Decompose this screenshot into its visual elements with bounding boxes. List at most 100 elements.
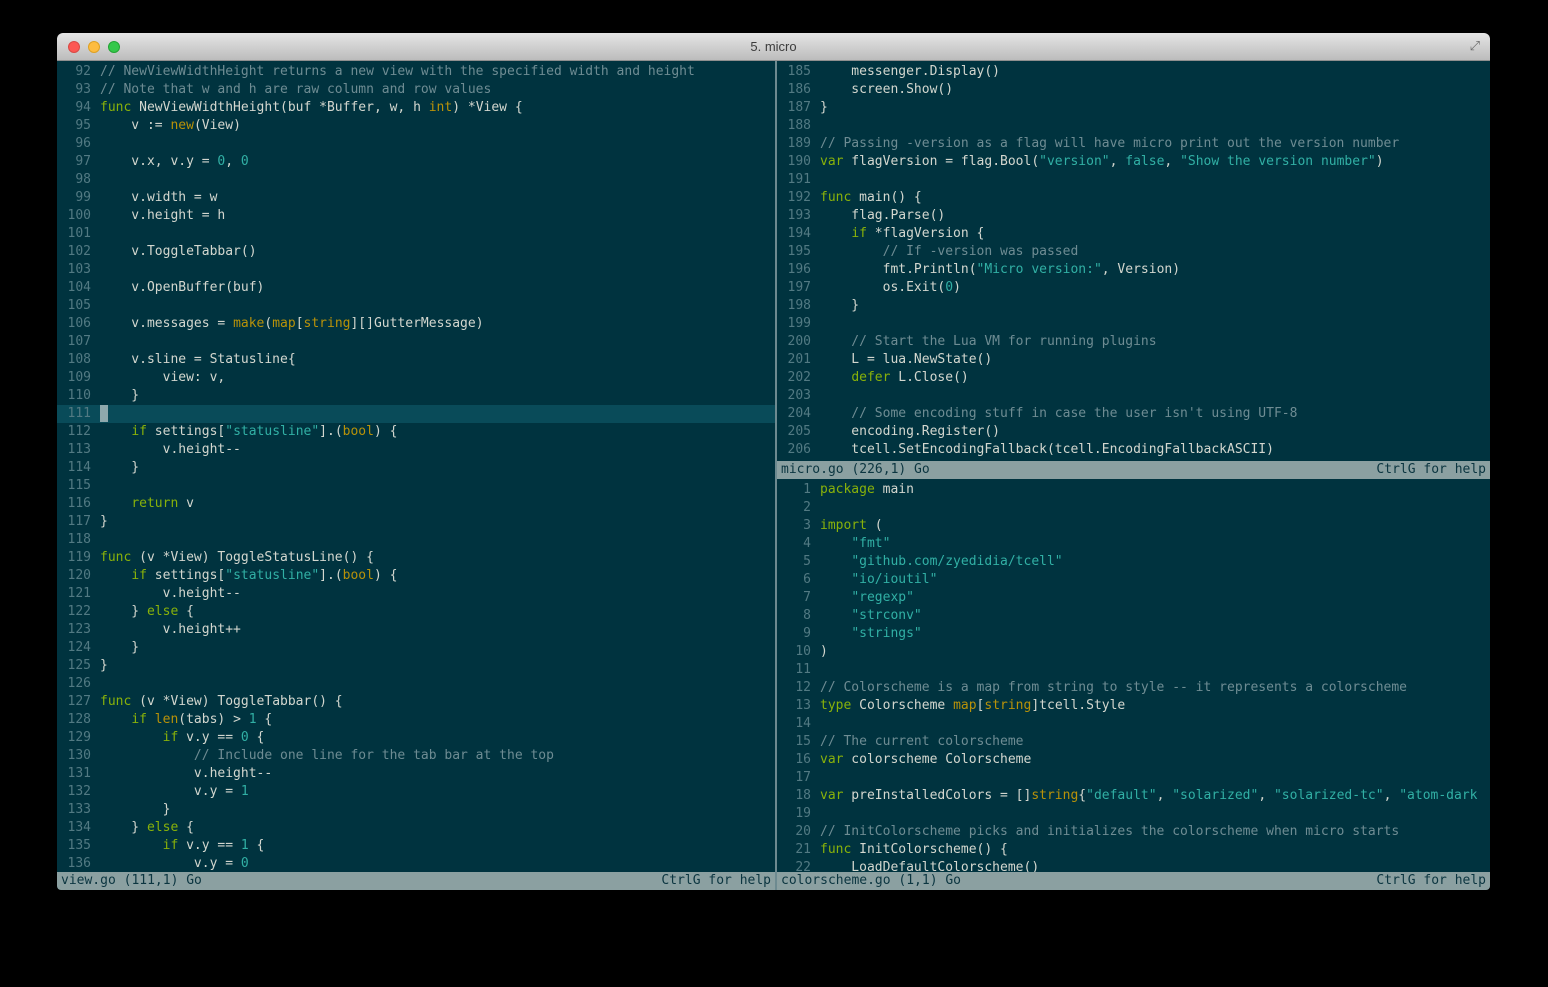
code-line[interactable]: 96: [57, 135, 775, 153]
code-line[interactable]: 105: [57, 297, 775, 315]
code-line[interactable]: 22 LoadDefaultColorscheme(): [777, 859, 1490, 872]
code-line[interactable]: 17: [777, 769, 1490, 787]
code-line[interactable]: 99 v.width = w: [57, 189, 775, 207]
code-line[interactable]: 206 tcell.SetEncodingFallback(tcell.Enco…: [777, 441, 1490, 459]
code-line[interactable]: 18 var preInstalledColors = []string{"def…: [777, 787, 1490, 805]
code-line[interactable]: 10): [777, 643, 1490, 661]
code-line[interactable]: 189 // Passing -version as a flag will ha…: [777, 135, 1490, 153]
code-line[interactable]: 21 func InitColorscheme() {: [777, 841, 1490, 859]
code-line[interactable]: 130 // Include one line for the tab bar …: [57, 747, 775, 765]
code-line[interactable]: 14: [777, 715, 1490, 733]
code-line[interactable]: 7 "regexp": [777, 589, 1490, 607]
code-line[interactable]: 11: [777, 661, 1490, 679]
code-line[interactable]: 136 v.y = 0: [57, 855, 775, 872]
code-line[interactable]: 126: [57, 675, 775, 693]
code-line[interactable]: 197 os.Exit(0): [777, 279, 1490, 297]
code-line[interactable]: 108 v.sline = Statusline{: [57, 351, 775, 369]
code-line[interactable]: 203: [777, 387, 1490, 405]
code-line[interactable]: 103: [57, 261, 775, 279]
code-line[interactable]: 12 // Colorscheme is a map from string to…: [777, 679, 1490, 697]
code-line[interactable]: 121 v.height--: [57, 585, 775, 603]
code-line[interactable]: 128 if len(tabs) > 1 {: [57, 711, 775, 729]
code-line[interactable]: 20 // InitColorscheme picks and initializ…: [777, 823, 1490, 841]
line-number: 106: [67, 316, 91, 331]
code-line[interactable]: 127 func (v *View) ToggleTabbar() {: [57, 693, 775, 711]
code-line[interactable]: 107: [57, 333, 775, 351]
code-line[interactable]: 110 }: [57, 387, 775, 405]
code-line[interactable]: 93 // Note that w and h are raw column an…: [57, 81, 775, 99]
code-line[interactable]: 19: [777, 805, 1490, 823]
code-line[interactable]: 188: [777, 117, 1490, 135]
code-line[interactable]: 101: [57, 225, 775, 243]
code-line[interactable]: 119 func (v *View) ToggleStatusLine() {: [57, 549, 775, 567]
code-line[interactable]: 102 v.ToggleTabbar(): [57, 243, 775, 261]
window-titlebar[interactable]: 5. micro ⤢: [57, 33, 1490, 61]
code-line[interactable]: 100 v.height = h: [57, 207, 775, 225]
code-token: 1: [248, 712, 257, 727]
code-line[interactable]: 187}: [777, 99, 1490, 117]
code-line[interactable]: 122 } else {: [57, 603, 775, 621]
code-line[interactable]: 199: [777, 315, 1490, 333]
code-line[interactable]: 112 if settings["statusline"].(bool) {: [57, 423, 775, 441]
code-line[interactable]: 106 v.messages = make(map[string][]Gutte…: [57, 315, 775, 333]
code-line[interactable]: 5 "github.com/zyedidia/tcell": [777, 553, 1490, 571]
code-line[interactable]: 116 return v: [57, 495, 775, 513]
code-line[interactable]: 8 "strconv": [777, 607, 1490, 625]
code-line[interactable]: 192 func main() {: [777, 189, 1490, 207]
code-line[interactable]: 123 v.height++: [57, 621, 775, 639]
code-line[interactable]: 186 screen.Show(): [777, 81, 1490, 99]
code-line[interactable]: 114 }: [57, 459, 775, 477]
code-line[interactable]: 15 // The current colorscheme: [777, 733, 1490, 751]
code-line[interactable]: 131 v.height--: [57, 765, 775, 783]
code-line[interactable]: 92 // NewViewWidthHeight returns a new vi…: [57, 63, 775, 81]
code-area-micro-go[interactable]: 185 messenger.Display() 186 screen.Show()…: [777, 61, 1490, 461]
code-line[interactable]: 13 type Colorscheme map[string]tcell.Styl…: [777, 697, 1490, 715]
code-line[interactable]: 198 }: [777, 297, 1490, 315]
fullscreen-icon[interactable]: ⤢: [1470, 38, 1480, 54]
code-line[interactable]: 133 }: [57, 801, 775, 819]
code-line[interactable]: 109 view: v,: [57, 369, 775, 387]
code-line[interactable]: 194 if *flagVersion {: [777, 225, 1490, 243]
code-line[interactable]: 117}: [57, 513, 775, 531]
code-line[interactable]: 200 // Start the Lua VM for running plug…: [777, 333, 1490, 351]
code-line[interactable]: 205 encoding.Register(): [777, 423, 1490, 441]
code-line[interactable]: 196 fmt.Println("Micro version:", Versio…: [777, 261, 1490, 279]
code-line[interactable]: 195 // If -version was passed: [777, 243, 1490, 261]
code-line[interactable]: 134 } else {: [57, 819, 775, 837]
code-line[interactable]: 125}: [57, 657, 775, 675]
code-line[interactable]: 120 if settings["statusline"].(bool) {: [57, 567, 775, 585]
code-line[interactable]: 94 func NewViewWidthHeight(buf *Buffer, w…: [57, 99, 775, 117]
code-line[interactable]: 193 flag.Parse(): [777, 207, 1490, 225]
code-line[interactable]: 95 v := new(View): [57, 117, 775, 135]
code-line[interactable]: 124 }: [57, 639, 775, 657]
code-line[interactable]: 202 defer L.Close(): [777, 369, 1490, 387]
code-line[interactable]: 97 v.x, v.y = 0, 0: [57, 153, 775, 171]
code-line[interactable]: 201 L = lua.NewState(): [777, 351, 1490, 369]
code-line[interactable]: 104 v.OpenBuffer(buf): [57, 279, 775, 297]
code-line[interactable]: 3 import (: [777, 517, 1490, 535]
code-line[interactable]: 111: [57, 405, 775, 423]
code-line[interactable]: 1 package main: [777, 481, 1490, 499]
code-line[interactable]: 113 v.height--: [57, 441, 775, 459]
code-area-view-go[interactable]: 92 // NewViewWidthHeight returns a new vi…: [57, 61, 775, 872]
code-text: func InitColorscheme() {: [820, 841, 1490, 859]
code-line[interactable]: 118: [57, 531, 775, 549]
line-number: 115: [67, 478, 91, 493]
code-line[interactable]: 191: [777, 171, 1490, 189]
code-line[interactable]: 129 if v.y == 0 {: [57, 729, 775, 747]
code-line[interactable]: 204 // Some encoding stuff in case the u…: [777, 405, 1490, 423]
code-line[interactable]: 190 var flagVersion = flag.Bool("version"…: [777, 153, 1490, 171]
code-line[interactable]: 115: [57, 477, 775, 495]
code-line[interactable]: 4 "fmt": [777, 535, 1490, 553]
code-line[interactable]: 16 var colorscheme Colorscheme: [777, 751, 1490, 769]
code-line[interactable]: 135 if v.y == 1 {: [57, 837, 775, 855]
code-line[interactable]: 9 "strings": [777, 625, 1490, 643]
code-line[interactable]: 2: [777, 499, 1490, 517]
code-line[interactable]: 132 v.y = 1: [57, 783, 775, 801]
code-line[interactable]: 98: [57, 171, 775, 189]
code-line[interactable]: 185 messenger.Display(): [777, 63, 1490, 81]
code-token: ,: [1383, 788, 1400, 803]
code-area-colorscheme-go[interactable]: 1 package main 2 3 import (4 "fmt" 5 "github.…: [777, 479, 1490, 872]
code-line[interactable]: 6 "io/ioutil": [777, 571, 1490, 589]
